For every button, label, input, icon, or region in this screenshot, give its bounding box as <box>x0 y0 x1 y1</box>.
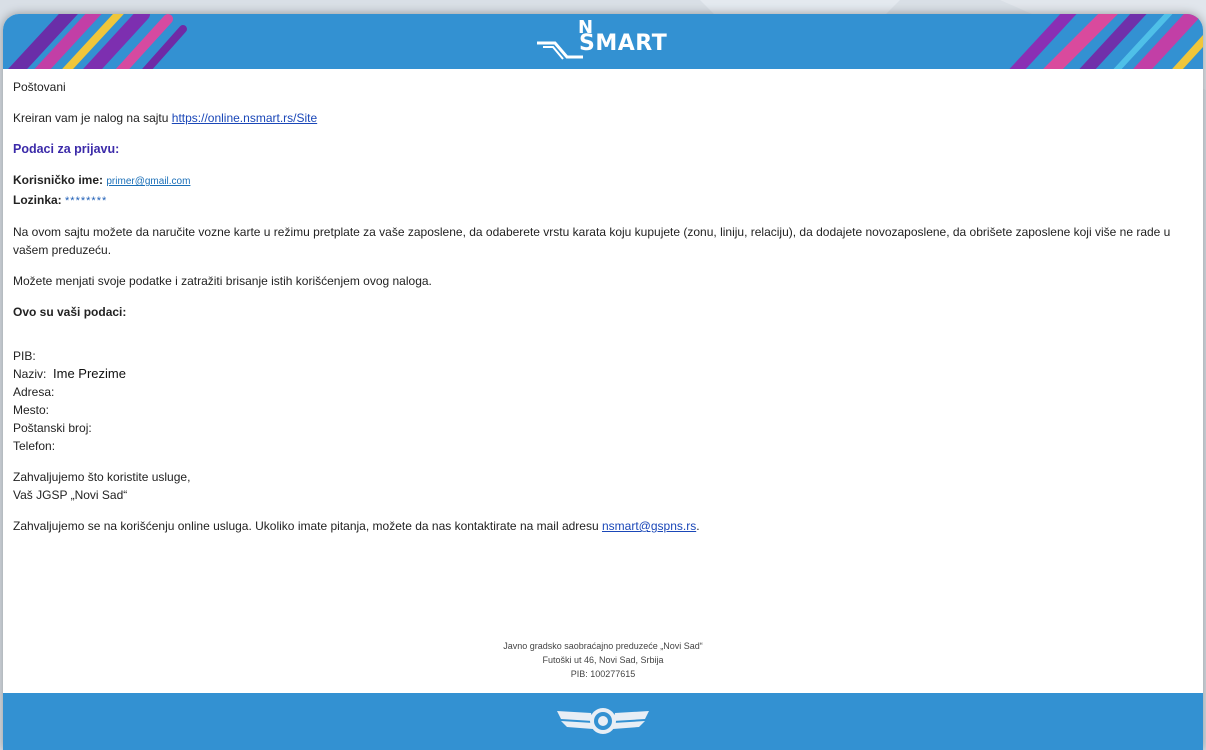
email-header: N SMART <box>3 14 1203 69</box>
username-row: Korisničko ime: primer@gmail.com <box>13 171 1193 191</box>
your-data-title: Ovo su vaši podaci: <box>13 305 127 319</box>
gsp-wings-logo-icon <box>557 708 649 734</box>
adresa-field: Adresa: <box>13 385 55 399</box>
contact-suffix: . <box>696 519 700 533</box>
thanks-line-1: Zahvaljujemo što koristite usluge, <box>13 470 191 484</box>
logo-n: N <box>578 17 594 38</box>
username-link[interactable]: primer@gmail.com <box>106 176 190 187</box>
company-name: Javno gradsko saobraćajno preduzeće „Nov… <box>503 641 703 651</box>
thanks-line-2: Vaš JGSP „Novi Sad“ <box>13 488 128 502</box>
naziv-label: Naziv: <box>13 367 47 381</box>
account-created-prefix: Kreiran vam je nalog na sajtu <box>13 111 172 125</box>
naziv-row: Naziv: Ime Prezime <box>13 365 1193 383</box>
password-row: Lozinka: ******** <box>13 191 1193 210</box>
company-pib: PIB: 100277615 <box>570 669 636 679</box>
email-card: N SMART Poštovani Kreiran vam je nalog n… <box>3 14 1203 750</box>
username-label: Korisničko ime: <box>13 173 104 187</box>
contact-prefix: Zahvaljujemo se na korišćenju online usl… <box>13 519 602 533</box>
manage-data-text: Možete menjati svoje podatke i zatražiti… <box>13 274 432 288</box>
postanski-field: Poštanski broj: <box>13 421 92 435</box>
greeting: Poštovani <box>13 80 66 94</box>
company-info: Javno gradsko saobraćajno preduzeće „Nov… <box>3 639 1203 681</box>
password-label: Lozinka: <box>13 193 62 207</box>
telefon-field: Telefon: <box>13 439 56 453</box>
site-link[interactable]: https://online.nsmart.rs/Site <box>172 111 317 125</box>
login-section-title: Podaci za prijavu: <box>13 142 120 156</box>
naziv-value: Ime Prezime <box>53 366 126 381</box>
account-created-text: Kreiran vam je nalog na sajtu https://on… <box>13 109 1193 127</box>
password-value: ******** <box>65 195 108 207</box>
header-left-decoration <box>8 14 187 69</box>
header-right-decoration <box>1009 14 1203 69</box>
contact-text: Zahvaljujemo se na korišćenju online usl… <box>13 517 1193 535</box>
company-address: Futoški ut 46, Novi Sad, Srbija <box>542 655 664 665</box>
nsmart-logo: N SMART <box>535 17 667 61</box>
mesto-field: Mesto: <box>13 403 50 417</box>
pib-field: PIB: <box>13 349 36 363</box>
email-body: Poštovani Kreiran vam je nalog na sajtu … <box>13 78 1193 535</box>
email-footer <box>3 693 1203 750</box>
contact-email-link[interactable]: nsmart@gspns.rs <box>602 519 696 533</box>
logo-swoosh-icon <box>537 41 583 60</box>
description-text: Na ovom sajtu možete da naručite vozne k… <box>13 225 1171 257</box>
